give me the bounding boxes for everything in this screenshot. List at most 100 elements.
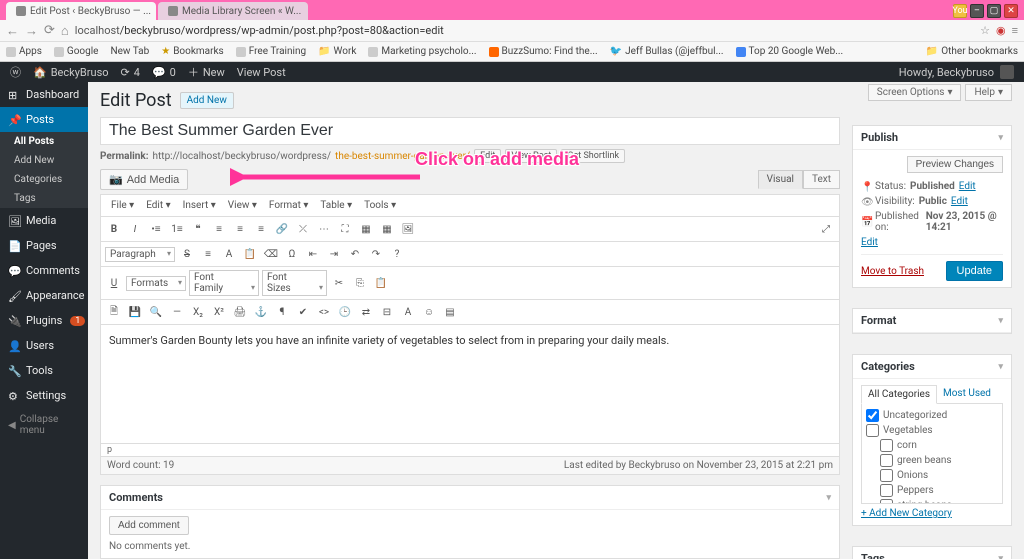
updates-link[interactable]: ⟳ 4: [121, 66, 140, 79]
underline-icon[interactable]: U: [105, 274, 123, 292]
wp-logo-icon[interactable]: ⓦ: [10, 64, 21, 80]
formats-select[interactable]: Formats: [126, 276, 186, 291]
sidebar-item-media[interactable]: 🖼Media: [0, 208, 88, 233]
fontsizes-select[interactable]: Font Sizes: [262, 270, 327, 296]
add-comment-button[interactable]: Add comment: [109, 516, 189, 535]
pilcrow-icon[interactable]: ¶: [273, 303, 291, 321]
sidebar-sub-allposts[interactable]: All Posts: [0, 132, 88, 151]
address-bar[interactable]: localhost/beckybruso/wordpress/wp-admin/…: [75, 24, 974, 37]
sidebar-item-dashboard[interactable]: ⊞Dashboard: [0, 82, 88, 107]
align-left-icon[interactable]: ≡: [210, 220, 228, 238]
sidebar-sub-tags[interactable]: Tags: [0, 189, 88, 208]
category-checkbox[interactable]: [880, 469, 893, 482]
more-icon[interactable]: ⋯: [315, 220, 333, 238]
newdoc-icon[interactable]: 🗎: [105, 303, 123, 321]
category-item[interactable]: green beans: [866, 453, 998, 468]
menu-file[interactable]: File ▾: [107, 198, 138, 213]
list-ol-icon[interactable]: 1≡: [168, 220, 186, 238]
howdy-text[interactable]: Howdy, Beckybruso: [899, 66, 994, 79]
bookmark-item[interactable]: Apps: [6, 46, 42, 57]
menu-format[interactable]: Format ▾: [265, 198, 313, 213]
bookmark-item[interactable]: New Tab: [111, 46, 150, 57]
viewpost-link[interactable]: View Post: [237, 66, 286, 79]
category-item[interactable]: Onions: [866, 468, 998, 483]
category-checkbox[interactable]: [880, 454, 893, 467]
save-icon[interactable]: 💾: [126, 303, 144, 321]
paste-icon[interactable]: 📋: [241, 245, 259, 263]
paste2-icon[interactable]: 📋: [372, 274, 390, 292]
you-badge[interactable]: You: [953, 4, 967, 18]
trash-link[interactable]: Move to Trash: [861, 266, 924, 277]
menu-edit[interactable]: Edit ▾: [142, 198, 174, 213]
categories-tab-all[interactable]: All Categories: [861, 385, 937, 404]
editor-content[interactable]: Summer's Garden Bounty lets you have an …: [100, 324, 840, 444]
time-icon[interactable]: 🕒: [336, 303, 354, 321]
category-checkbox[interactable]: [880, 499, 893, 504]
sidebar-item-comments[interactable]: 💬Comments: [0, 258, 88, 283]
emoticon-icon[interactable]: ☺: [420, 303, 438, 321]
menu-view[interactable]: View ▾: [224, 198, 261, 213]
sidebar-item-tools[interactable]: 🔧Tools: [0, 358, 88, 383]
sidebar-item-posts[interactable]: 📌Posts: [0, 107, 88, 132]
sidebar-item-settings[interactable]: ⚙Settings: [0, 383, 88, 408]
comments-link[interactable]: 💬 0: [152, 66, 176, 79]
sidebar-item-plugins[interactable]: 🔌Plugins1: [0, 308, 88, 333]
browser-tab-active[interactable]: Edit Post ‹ BeckyBruso — ...: [6, 2, 156, 20]
help-button[interactable]: Help ▾: [965, 84, 1012, 101]
undo-icon[interactable]: ↶: [346, 245, 364, 263]
bookmark-star-icon[interactable]: ☆: [980, 24, 990, 37]
charmap-icon[interactable]: Ω: [283, 245, 301, 263]
visual-tab[interactable]: Visual: [758, 170, 803, 189]
bookmark-item[interactable]: Google: [54, 46, 99, 57]
anchor-icon[interactable]: ⚓: [252, 303, 270, 321]
bgcolor-icon[interactable]: A: [399, 303, 417, 321]
status-edit-link[interactable]: Edit: [959, 181, 976, 192]
comments-heading[interactable]: Comments: [101, 486, 839, 510]
category-checkbox[interactable]: [880, 439, 893, 452]
sub-icon[interactable]: X₂: [189, 303, 207, 321]
template-icon[interactable]: ▤: [441, 303, 459, 321]
categories-heading[interactable]: Categories: [853, 355, 1011, 379]
search-icon[interactable]: 🔍: [147, 303, 165, 321]
add-category-link[interactable]: + Add New Category: [861, 508, 952, 519]
update-button[interactable]: Update: [946, 261, 1003, 281]
align-right-icon[interactable]: ≡: [252, 220, 270, 238]
hr-icon[interactable]: —: [168, 303, 186, 321]
strike-icon[interactable]: S: [178, 245, 196, 263]
outdent-icon[interactable]: ⇤: [304, 245, 322, 263]
avatar[interactable]: [1000, 65, 1014, 79]
reload-icon[interactable]: ⟳: [44, 23, 55, 38]
menu-tools[interactable]: Tools ▾: [360, 198, 400, 213]
menu-table[interactable]: Table ▾: [316, 198, 356, 213]
menu-insert[interactable]: Insert ▾: [179, 198, 220, 213]
category-item[interactable]: corn: [866, 438, 998, 453]
add-media-button[interactable]: 📷Add Media: [100, 169, 188, 190]
image-icon[interactable]: 🖼: [399, 220, 417, 238]
window-close-icon[interactable]: ✕: [1004, 4, 1018, 18]
print-icon[interactable]: 🖨: [231, 303, 249, 321]
toolbar-toggle-icon[interactable]: ▦: [357, 220, 375, 238]
screen-options-button[interactable]: Screen Options ▾: [868, 84, 962, 101]
sidebar-item-users[interactable]: 👤Users: [0, 333, 88, 358]
new-link[interactable]: ＋ New: [188, 64, 225, 80]
list-ul-icon[interactable]: •≡: [147, 220, 165, 238]
indent-icon[interactable]: ⇥: [325, 245, 343, 263]
browser-tab-inactive[interactable]: Media Library Screen « W...: [158, 2, 308, 20]
preview-button[interactable]: Preview Changes: [907, 156, 1003, 173]
back-icon[interactable]: ←: [6, 23, 19, 39]
window-maximize-icon[interactable]: ▢: [987, 4, 1001, 18]
bookmark-item[interactable]: ★Bookmarks: [161, 46, 224, 57]
bookmark-folder[interactable]: 📁Work: [318, 46, 356, 57]
align-center-icon[interactable]: ≡: [231, 220, 249, 238]
cut-icon[interactable]: ✂: [330, 274, 348, 292]
bookmark-item[interactable]: BuzzSumo: Find the...: [489, 46, 598, 57]
quote-icon[interactable]: ❝: [189, 220, 207, 238]
sidebar-sub-categories[interactable]: Categories: [0, 170, 88, 189]
categories-tab-most[interactable]: Most Used: [937, 385, 997, 403]
home-icon[interactable]: ⌂: [61, 23, 69, 39]
add-new-button[interactable]: Add New: [180, 92, 234, 109]
help-icon[interactable]: ?: [388, 245, 406, 263]
collapse-menu[interactable]: ◀Collapse menu: [0, 408, 88, 442]
category-item[interactable]: Vegetables: [866, 423, 998, 438]
other-bookmarks[interactable]: 📁Other bookmarks: [926, 46, 1018, 57]
